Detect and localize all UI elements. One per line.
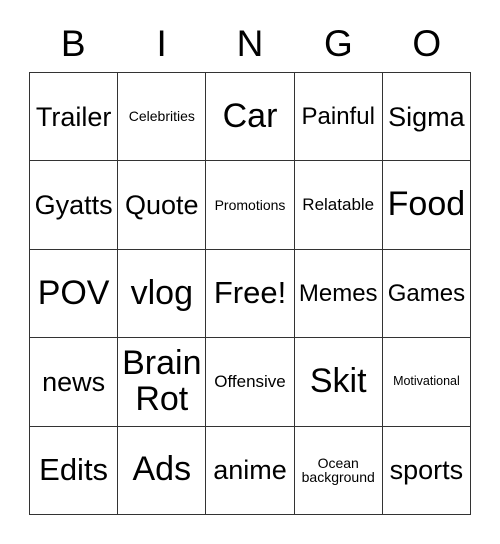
bingo-row: Edits Ads anime Ocean background sports — [30, 426, 472, 516]
bingo-cell[interactable]: Ocean background — [294, 426, 383, 516]
bingo-cell-label: anime — [213, 455, 287, 486]
bingo-cell-label: Celebrities — [128, 108, 195, 125]
bingo-cell-label: Games — [387, 279, 466, 307]
bingo-cell[interactable]: Painful — [294, 73, 383, 162]
bingo-cell-label: Gyatts — [34, 189, 113, 220]
bingo-cell-label: vlog — [130, 273, 193, 312]
bingo-header-letter-o: O — [412, 22, 442, 64]
bingo-cell[interactable]: vlog — [118, 249, 207, 339]
bingo-cell-label: Offensive — [214, 372, 286, 391]
bingo-cell-label: sports — [389, 455, 464, 486]
bingo-cell-label: Quote — [125, 189, 199, 220]
bingo-cell[interactable]: Trailer — [30, 73, 119, 162]
bingo-cell-label: Trailer — [35, 101, 112, 132]
bingo-cell-label: Relatable — [302, 195, 375, 215]
bingo-cell-label: Sigma — [388, 101, 465, 132]
bingo-cell-label: Car — [222, 96, 278, 135]
bingo-row: Gyatts Quote Promotions Relatable Food — [30, 161, 472, 250]
bingo-cell[interactable]: Motivational — [382, 338, 472, 427]
bingo-row: POV vlog Free! Memes Games — [30, 249, 472, 339]
bingo-row: Trailer Celebrities Car Painful Sigma — [30, 73, 472, 162]
bingo-cell[interactable]: Food — [382, 161, 472, 250]
bingo-cell-label: Motivational — [393, 374, 460, 389]
bingo-cell[interactable]: Edits — [30, 426, 119, 516]
bingo-cell[interactable]: POV — [30, 249, 119, 339]
bingo-cell-label: Memes — [298, 279, 378, 307]
bingo-cell[interactable]: Promotions — [206, 161, 295, 250]
bingo-cell[interactable]: Brain Rot — [118, 338, 207, 427]
bingo-cell[interactable]: Car — [206, 73, 295, 162]
bingo-cell-label: Free! — [213, 275, 287, 311]
bingo-cell[interactable]: Skit — [294, 338, 383, 427]
bingo-header-row: B I N G O — [29, 14, 471, 72]
bingo-cell[interactable]: Quote — [118, 161, 207, 250]
bingo-cell[interactable]: sports — [382, 426, 472, 516]
bingo-cell-label: news — [42, 366, 106, 397]
bingo-cell-label: Brain Rot — [122, 344, 202, 418]
bingo-cell-label: Edits — [39, 452, 109, 488]
bingo-cell[interactable]: Relatable — [294, 161, 383, 250]
bingo-cell[interactable]: Offensive — [206, 338, 295, 427]
bingo-cell-label: Food — [387, 185, 466, 224]
bingo-cell[interactable]: Sigma — [382, 73, 472, 162]
bingo-cell-label: POV — [37, 273, 110, 312]
bingo-cell[interactable]: Gyatts — [30, 161, 119, 250]
bingo-cell[interactable]: Memes — [294, 249, 383, 339]
bingo-cell-label: Painful — [301, 103, 375, 131]
bingo-header-letter-i: I — [156, 22, 167, 64]
bingo-header-letter-g: G — [323, 22, 353, 64]
bingo-cell-label: Ocean background — [301, 454, 375, 486]
bingo-cell[interactable]: Celebrities — [118, 73, 207, 162]
bingo-cell-label: Promotions — [214, 196, 286, 213]
bingo-grid: Trailer Celebrities Car Painful Sigma Gy… — [29, 72, 472, 516]
bingo-cell-free[interactable]: Free! — [206, 249, 295, 339]
bingo-cell[interactable]: Games — [382, 249, 472, 339]
bingo-row: news Brain Rot Offensive Skit Motivation… — [30, 338, 472, 427]
bingo-cell[interactable]: Ads — [118, 426, 207, 516]
bingo-cell-label: Skit — [309, 362, 367, 401]
bingo-header-letter-b: B — [60, 22, 86, 64]
bingo-cell-label: Ads — [132, 450, 192, 489]
bingo-cell[interactable]: news — [30, 338, 119, 427]
bingo-cell[interactable]: anime — [206, 426, 295, 516]
bingo-card: B I N G O Trailer Celebrities Car Painfu… — [29, 14, 472, 516]
bingo-header-letter-n: N — [236, 22, 264, 64]
